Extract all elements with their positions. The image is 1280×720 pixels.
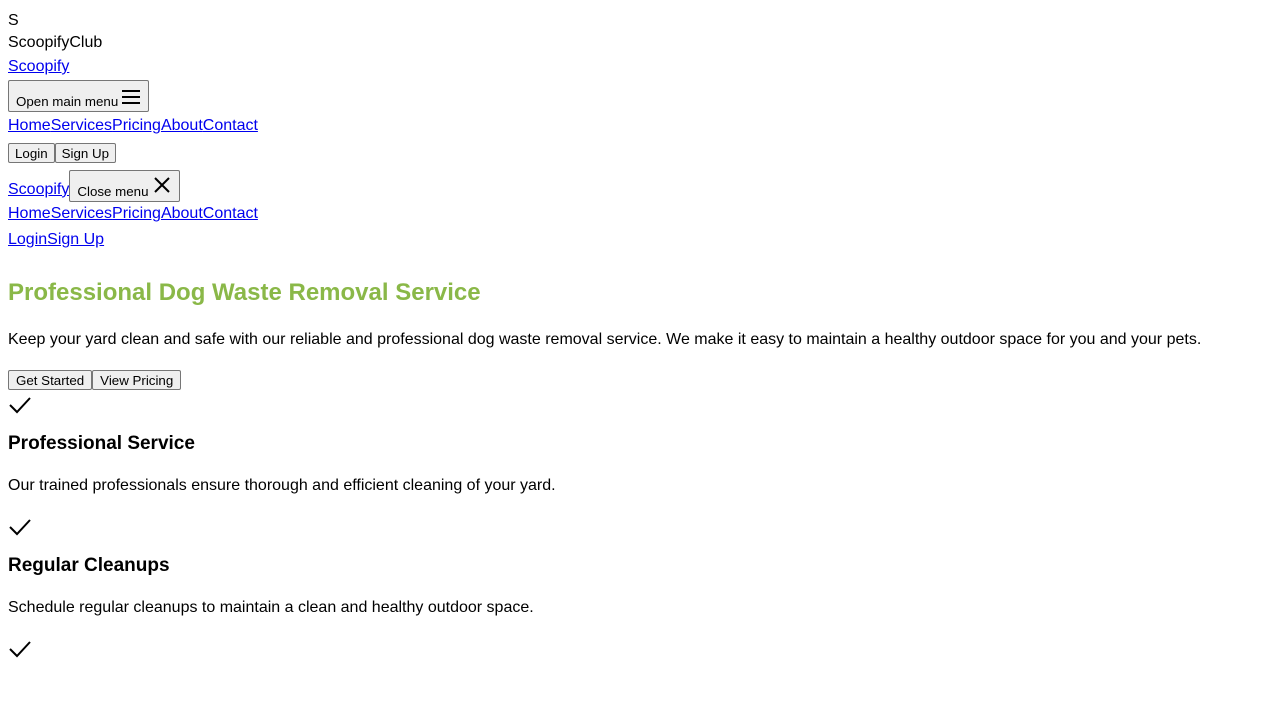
mobile-nav-about[interactable]: About xyxy=(161,205,203,222)
mobile-login-link[interactable]: Login xyxy=(8,231,47,248)
signup-button[interactable]: Sign Up xyxy=(54,143,117,163)
check-icon xyxy=(8,637,1272,661)
hamburger-icon xyxy=(122,90,141,104)
logo-letter: S xyxy=(8,12,19,29)
feature-title: Professional Service xyxy=(8,433,195,454)
feature-description: Schedule regular cleanups to maintain a … xyxy=(8,599,534,616)
nav-pricing[interactable]: Pricing xyxy=(112,117,161,134)
mobile-signup-link[interactable]: Sign Up xyxy=(47,231,104,248)
check-icon xyxy=(8,515,1272,539)
nav-contact[interactable]: Contact xyxy=(203,117,258,134)
hero-section: Professional Dog Waste Removal Service K… xyxy=(8,279,1272,390)
nav-services[interactable]: Services xyxy=(51,117,112,134)
logo-name: ScoopifyClub xyxy=(8,34,103,51)
mobile-nav-services[interactable]: Services xyxy=(51,205,112,222)
brand-link[interactable]: Scoopify xyxy=(8,58,69,75)
feature-regular-cleanups: Regular Cleanups Schedule regular cleanu… xyxy=(8,555,1272,617)
hero-cta-buttons: Get Started View Pricing xyxy=(8,370,1272,390)
login-button[interactable]: Login xyxy=(8,143,55,163)
hero-description: Keep your yard clean and safe with our r… xyxy=(8,331,1202,348)
close-menu-label: Close menu xyxy=(77,184,149,199)
nav-about[interactable]: About xyxy=(161,117,203,134)
mobile-brand-link[interactable]: Scoopify xyxy=(8,181,69,199)
feature-description: Our trained professionals ensure thoroug… xyxy=(8,477,556,494)
mobile-menu-header: Scoopify Close menu xyxy=(8,169,1272,202)
mobile-nav-home[interactable]: Home xyxy=(8,205,51,222)
auth-buttons: Login Sign Up xyxy=(8,143,1272,166)
open-main-menu-label: Open main menu xyxy=(16,94,119,109)
feature-professional-service: Professional Service Our trained profess… xyxy=(8,433,1272,495)
main-nav: HomeServicesPricingAboutContact xyxy=(8,117,1272,139)
close-menu-button[interactable]: Close menu xyxy=(69,170,180,202)
close-icon xyxy=(153,177,170,193)
mobile-nav: HomeServicesPricingAboutContact xyxy=(8,205,1272,227)
open-main-menu-button[interactable]: Open main menu xyxy=(8,80,150,112)
mobile-auth-links: LoginSign Up xyxy=(8,231,1272,253)
hero-title: Professional Dog Waste Removal Service xyxy=(8,279,481,306)
mobile-nav-pricing[interactable]: Pricing xyxy=(112,205,161,222)
view-pricing-button[interactable]: View Pricing xyxy=(92,370,182,390)
feature-title: Regular Cleanups xyxy=(8,555,170,576)
check-icon xyxy=(8,393,1272,417)
get-started-button[interactable]: Get Started xyxy=(8,370,93,390)
nav-home[interactable]: Home xyxy=(8,117,51,134)
mobile-nav-contact[interactable]: Contact xyxy=(203,205,258,222)
